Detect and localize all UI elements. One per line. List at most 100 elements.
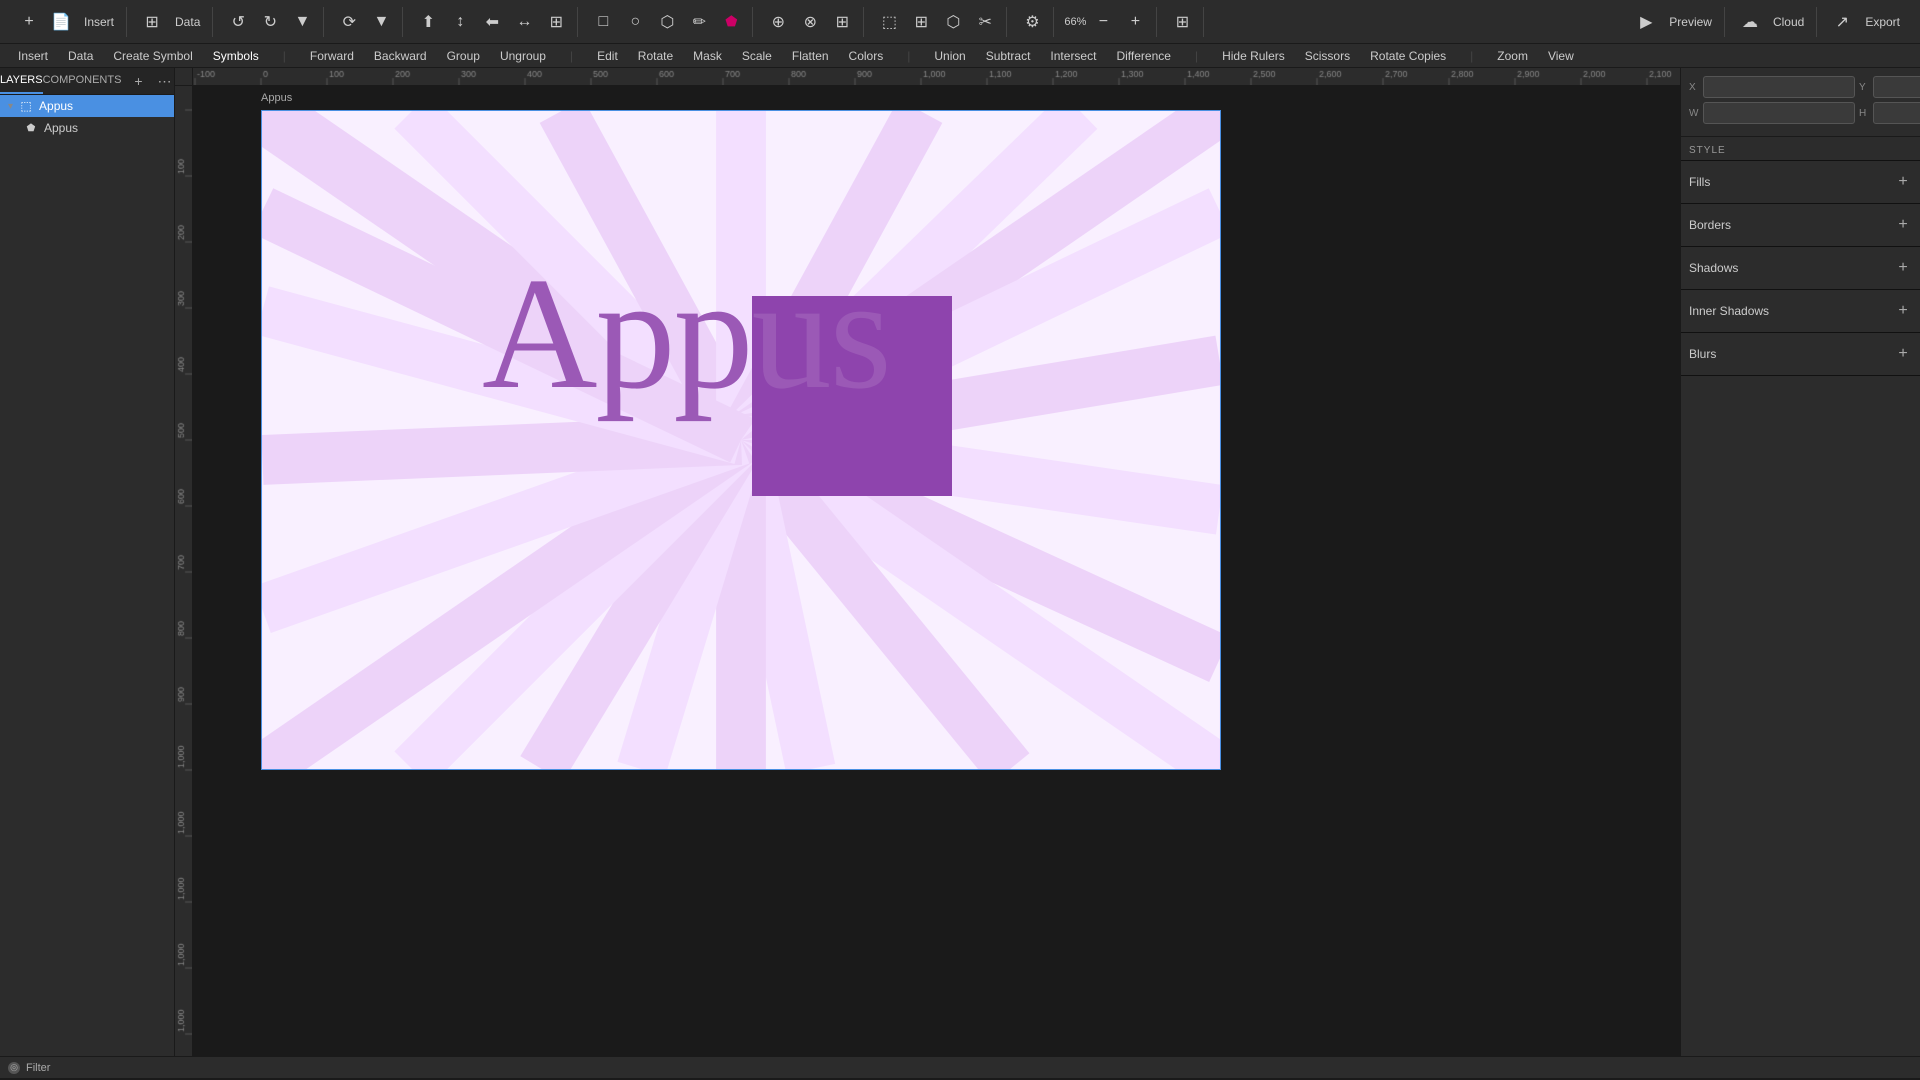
menu-intersect[interactable]: Intersect [1040, 47, 1106, 65]
menu-separator2: | [560, 47, 583, 65]
align-top-icon[interactable]: ⬆ [413, 7, 443, 37]
scissors-icon2[interactable]: ✂ [970, 7, 1000, 37]
menu-scissors[interactable]: Scissors [1295, 47, 1360, 65]
zoom-up-icon[interactable]: + [1120, 7, 1150, 37]
menu-create-symbol[interactable]: Create Symbol [103, 47, 202, 65]
menu-group[interactable]: Group [437, 47, 490, 65]
menu-symbols[interactable]: Symbols [203, 47, 269, 65]
align-center-icon[interactable]: ↔ [509, 7, 539, 37]
borders-add-button[interactable]: + [1894, 216, 1912, 234]
menu-rotate[interactable]: Rotate [628, 47, 683, 65]
menu-insert[interactable]: Insert [8, 47, 58, 65]
sync-icon[interactable]: ⟳ [334, 7, 364, 37]
w-label: W [1689, 108, 1701, 119]
data-button[interactable]: Data [169, 7, 206, 37]
right-coords: X Y W H [1681, 68, 1920, 137]
redo-icon[interactable]: ↻ [255, 7, 285, 37]
tab-layers[interactable]: LAYERS [0, 68, 43, 94]
menu-rotate-copies[interactable]: Rotate Copies [1360, 47, 1456, 65]
borders-header[interactable]: Borders + [1689, 212, 1912, 238]
menu-edit[interactable]: Edit [587, 47, 628, 65]
blurs-header[interactable]: Blurs + [1689, 341, 1912, 367]
pen-icon[interactable]: ✏ [684, 7, 714, 37]
insert-icon[interactable]: + [14, 7, 44, 37]
x-field: X [1689, 76, 1855, 98]
x-label: X [1689, 82, 1701, 93]
sync-dropdown-icon[interactable]: ▼ [366, 7, 396, 37]
boolean2-icon[interactable]: ⊗ [795, 7, 825, 37]
fills-header[interactable]: Fills + [1689, 169, 1912, 195]
distribute-icon[interactable]: ⊞ [541, 7, 571, 37]
redo-dropdown-icon[interactable]: ▼ [287, 7, 317, 37]
boolean-icon[interactable]: ⊕ [763, 7, 793, 37]
settings-icon[interactable]: ⚙ [1017, 7, 1047, 37]
inner-shadows-add-button[interactable]: + [1894, 302, 1912, 320]
menu-mask[interactable]: Mask [683, 47, 732, 65]
add-layer-button[interactable]: + [127, 70, 149, 92]
shadows-add-button[interactable]: + [1894, 259, 1912, 277]
export-button[interactable]: Export [1859, 7, 1906, 37]
undo-icon[interactable]: ↺ [223, 7, 253, 37]
menu-view[interactable]: View [1538, 47, 1584, 65]
x-input[interactable] [1703, 76, 1855, 98]
menu-ungroup[interactable]: Ungroup [490, 47, 556, 65]
layer-options-button[interactable]: ⋯ [153, 70, 175, 92]
rect-icon[interactable]: □ [588, 7, 618, 37]
layer-item-child[interactable]: ⬟ Appus [0, 117, 174, 139]
layer-item-root-selected[interactable]: ▾ ⬚ Appus [0, 95, 174, 117]
menu-data[interactable]: Data [58, 47, 103, 65]
panel-tab-actions: + ⋯ [121, 70, 181, 92]
inner-shadows-header[interactable]: Inner Shadows + [1689, 298, 1912, 324]
document-icon[interactable]: 📄 [46, 7, 76, 37]
menu-scale[interactable]: Scale [732, 47, 782, 65]
export-icon[interactable]: ⬡ [938, 7, 968, 37]
artboard-icon[interactable]: ⬚ [874, 7, 904, 37]
filter-label[interactable]: Filter [26, 1062, 50, 1074]
menu-separator3: | [897, 47, 920, 65]
artboard: Appus [261, 110, 1221, 770]
menu-hide-rulers[interactable]: Hide Rulers [1212, 47, 1295, 65]
menu-backward[interactable]: Backward [364, 47, 437, 65]
zoom-down-icon[interactable]: − [1088, 7, 1118, 37]
cloud-icon[interactable]: ☁ [1735, 7, 1765, 37]
sunburst-background [262, 111, 1220, 769]
design-canvas[interactable]: Appus [193, 86, 1680, 1056]
align-left-icon[interactable]: ⬅ [477, 7, 507, 37]
menu-flatten[interactable]: Flatten [782, 47, 839, 65]
toolbar-zoom-group: 66% − + [1058, 7, 1157, 37]
tab-components[interactable]: COMPONENTS [43, 68, 122, 94]
insert-button[interactable]: Insert [78, 7, 120, 37]
menu-zoom[interactable]: Zoom [1487, 47, 1538, 65]
canvas-wrapper: Appus [175, 68, 1680, 1056]
view-icon[interactable]: ⊞ [1167, 7, 1197, 37]
export-arrow-icon[interactable]: ↗ [1827, 7, 1857, 37]
artboard-label: Appus [261, 92, 292, 104]
toolbar-preview-group: ▶ Preview [1625, 7, 1725, 37]
boolean3-icon[interactable]: ⊞ [827, 7, 857, 37]
preview-button[interactable]: Preview [1663, 7, 1718, 37]
logo-text: Appus [482, 241, 890, 426]
shadows-header[interactable]: Shadows + [1689, 255, 1912, 281]
blurs-label: Blurs [1689, 347, 1716, 361]
menu-difference[interactable]: Difference [1106, 47, 1180, 65]
color-icon[interactable]: ⬟ [716, 7, 746, 37]
toolbar-settings-group: ⚙ [1011, 7, 1054, 37]
circle-icon[interactable]: ○ [620, 7, 650, 37]
w-input[interactable] [1703, 102, 1855, 124]
blurs-add-button[interactable]: + [1894, 345, 1912, 363]
v-ruler-canvas [175, 86, 193, 1056]
menu-subtract[interactable]: Subtract [976, 47, 1041, 65]
content-row: Appus [175, 86, 1680, 1056]
menu-colors[interactable]: Colors [839, 47, 894, 65]
h-input[interactable] [1873, 102, 1920, 124]
ruler-icon[interactable]: ⊞ [906, 7, 936, 37]
menu-union[interactable]: Union [924, 47, 975, 65]
preview-play-icon[interactable]: ▶ [1631, 7, 1661, 37]
cloud-button[interactable]: Cloud [1767, 7, 1810, 37]
align-middle-icon[interactable]: ↕ [445, 7, 475, 37]
data-icon[interactable]: ⊞ [137, 7, 167, 37]
y-input[interactable] [1873, 76, 1920, 98]
menu-forward[interactable]: Forward [300, 47, 364, 65]
fills-add-button[interactable]: + [1894, 173, 1912, 191]
path-icon[interactable]: ⬡ [652, 7, 682, 37]
